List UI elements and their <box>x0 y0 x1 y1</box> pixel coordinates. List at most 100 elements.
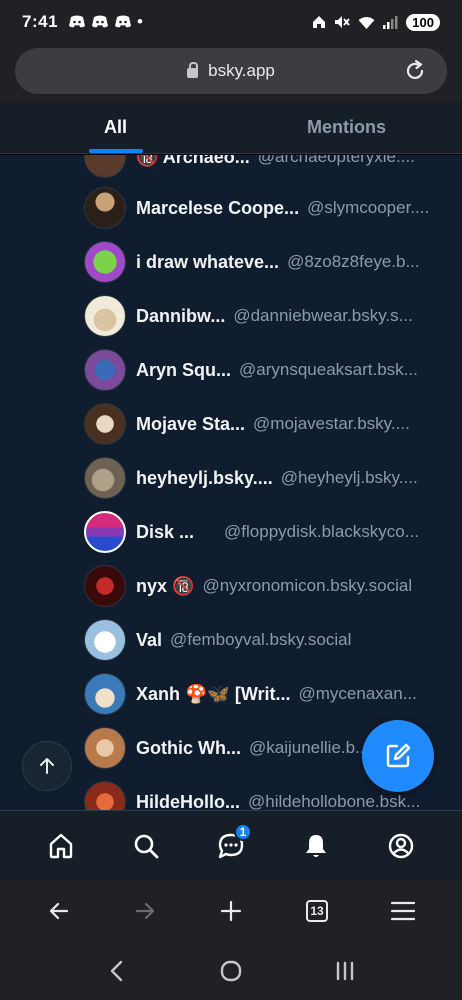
user-handle: @slymcooper.... <box>307 198 430 217</box>
avatar[interactable] <box>84 457 126 499</box>
avatar[interactable] <box>84 187 126 229</box>
display-name: Marcelese Coope... <box>136 197 300 218</box>
list-item[interactable]: Aryn Squ... @arynsqueaksart.bsk... <box>84 343 454 397</box>
user-handle: @mojavestar.bsky.... <box>253 414 410 433</box>
browser-menu-button[interactable] <box>378 886 428 936</box>
status-dot: • <box>137 12 143 31</box>
display-name: HildeHollo... <box>136 791 241 811</box>
tab-label: Mentions <box>307 117 386 137</box>
list-item[interactable]: heyheylj.bsky.... @heyheylj.bsky.... <box>84 451 454 505</box>
nav-notifications[interactable] <box>291 821 341 871</box>
recents-icon <box>336 961 354 981</box>
compose-button[interactable] <box>362 720 434 792</box>
nav-chat[interactable]: 1 <box>206 821 256 871</box>
reload-icon <box>406 59 424 80</box>
list-item[interactable]: Xanh 🍄🦋 [Writ... @mycenaxan... <box>84 667 454 721</box>
display-name: i draw whateve... <box>136 251 280 272</box>
list-item[interactable]: i draw whateve... @8zo8z8feye.b... <box>84 235 454 289</box>
lock-icon <box>187 62 199 78</box>
arrow-up-icon <box>40 758 54 774</box>
plus-icon <box>220 900 242 922</box>
nav-profile[interactable] <box>376 821 426 871</box>
reload-button[interactable] <box>403 59 427 88</box>
arrow-right-icon <box>135 902 155 920</box>
list-item[interactable]: nyx 🔞 @nyxronomicon.bsky.social <box>84 559 454 613</box>
list-item[interactable]: 🔞 Archaeo... @archaeopteryxie.... <box>84 155 454 184</box>
list-item[interactable]: Dannibw... @danniebwear.bsky.s... <box>84 289 454 343</box>
avatar[interactable] <box>84 295 126 337</box>
discord-icon <box>69 15 86 28</box>
chevron-left-icon <box>110 960 123 982</box>
unread-badge: 1 <box>233 822 252 841</box>
user-handle: @femboyval.bsky.social <box>170 630 352 649</box>
search-icon <box>134 834 159 858</box>
user-handle: @kaijunellie.b... <box>249 738 370 757</box>
avatar[interactable] <box>84 349 126 391</box>
list-item[interactable]: Marcelese Coope... @slymcooper.... <box>84 181 454 235</box>
discord-icon <box>115 15 132 28</box>
avatar[interactable] <box>84 511 126 553</box>
system-back-button[interactable] <box>92 946 142 996</box>
profile-icon <box>389 833 414 858</box>
new-tab-button[interactable] <box>206 886 256 936</box>
display-name: Gothic Wh... <box>136 737 241 758</box>
arrow-left-icon <box>49 902 69 920</box>
bell-icon <box>306 834 327 857</box>
status-time: 7:41 <box>22 12 59 31</box>
display-name: Val <box>136 629 163 650</box>
tab-label: All <box>103 117 127 137</box>
tab-all[interactable]: All <box>0 102 231 153</box>
user-handle: @8zo8z8feye.b... <box>287 252 420 271</box>
system-navigation-bar <box>0 942 462 1000</box>
browser-forward-button[interactable] <box>120 886 170 936</box>
avatar[interactable] <box>84 727 126 769</box>
browser-bottom-nav: 13 <box>0 880 462 942</box>
avatar[interactable] <box>84 619 126 661</box>
display-name: heyheylj.bsky.... <box>136 467 273 488</box>
user-handle: @danniebwear.bsky.s... <box>233 306 413 325</box>
system-recents-button[interactable] <box>320 946 370 996</box>
avatar[interactable] <box>84 781 126 810</box>
home-icon <box>49 833 72 858</box>
status-right: 100 <box>312 13 440 31</box>
user-handle: @mycenaxan... <box>298 684 417 703</box>
list-item[interactable]: Mojave Sta... @mojavestar.bsky.... <box>84 397 454 451</box>
home-icon <box>313 16 326 28</box>
discord-icon <box>92 15 109 28</box>
app-bottom-nav: 1 <box>0 810 462 880</box>
user-handle: @floppydisk.blackskyco... <box>224 522 419 541</box>
compose-icon <box>386 743 411 768</box>
display-name: Aryn Squ... <box>136 359 232 380</box>
user-handle: @archaeopteryxie.... <box>257 155 415 166</box>
url-text: bsky.app <box>208 61 275 80</box>
display-name: Xanh 🍄🦋 [Writ... <box>136 683 291 704</box>
avatar[interactable] <box>84 673 126 715</box>
display-name: Dannibw... <box>136 305 226 326</box>
list-item[interactable]: Disk ... @floppydisk.blackskyco... <box>84 505 454 559</box>
tab-count: 13 <box>306 900 328 922</box>
mute-icon <box>335 16 350 28</box>
browser-toolbar: bsky.app <box>0 44 462 102</box>
display-name: 🔞 Archaeo... <box>136 155 250 167</box>
avatar[interactable] <box>84 155 126 178</box>
scroll-to-top-button[interactable] <box>22 741 72 791</box>
tab-mentions[interactable]: Mentions <box>231 102 462 153</box>
avatar[interactable] <box>84 241 126 283</box>
avatar[interactable] <box>84 403 126 445</box>
status-bar: 7:41 • 100 <box>0 0 462 44</box>
user-handle: @arynsqueaksart.bsk... <box>239 360 418 379</box>
notification-icons: • <box>68 12 143 32</box>
list-item[interactable]: Val @femboyval.bsky.social <box>84 613 454 667</box>
notifications-tabs: All Mentions <box>0 102 462 154</box>
avatar[interactable] <box>84 565 126 607</box>
nav-search[interactable] <box>121 821 171 871</box>
system-home-button[interactable] <box>206 946 256 996</box>
url-bar[interactable]: bsky.app <box>15 48 447 94</box>
tab-switcher-button[interactable]: 13 <box>292 886 342 936</box>
browser-back-button[interactable] <box>34 886 84 936</box>
nav-home[interactable] <box>36 821 86 871</box>
notification-feed[interactable]: 🔞 Archaeo... @archaeopteryxie.... Marcel… <box>0 155 462 810</box>
home-circle-icon <box>220 960 242 982</box>
battery-indicator: 100 <box>406 13 440 31</box>
user-handle: @nyxronomicon.bsky.social <box>202 576 413 595</box>
